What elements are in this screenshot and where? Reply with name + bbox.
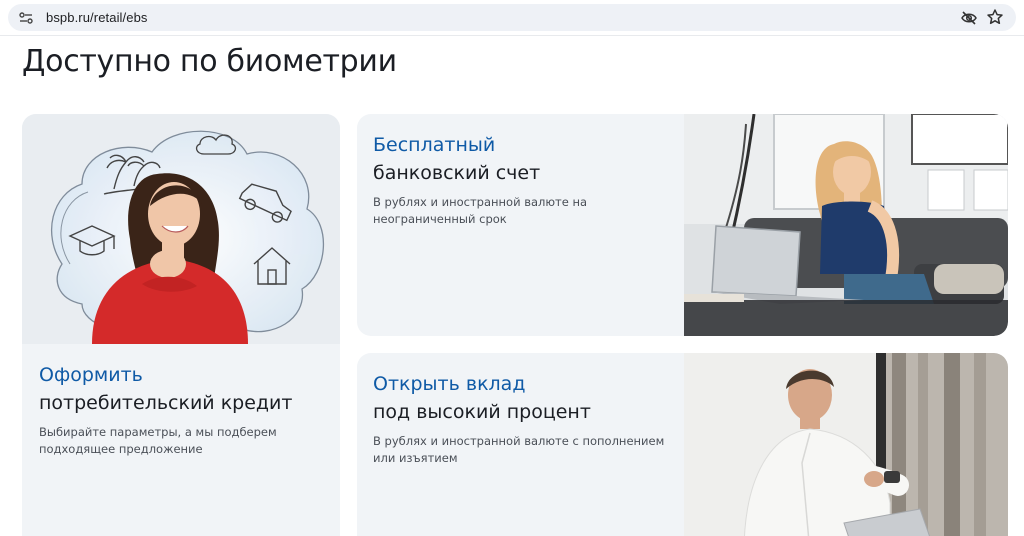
card-deposit[interactable]: Открыть вклад под высокий процент В рубл… — [357, 353, 1008, 536]
site-settings-icon[interactable] — [18, 10, 34, 26]
card-title-accent: Оформить — [39, 364, 143, 386]
card-title-main: банковский счет — [373, 162, 541, 184]
url-text[interactable]: bspb.ru/retail/ebs — [46, 10, 148, 25]
address-bar[interactable]: bspb.ru/retail/ebs — [8, 4, 1016, 31]
card-title-accent: Открыть вклад — [373, 373, 526, 395]
card-description: Выбирайте параметры, а мы подберем подхо… — [39, 425, 277, 456]
card-consumer-credit[interactable]: Оформить потребительский кредит Выбирайт… — [22, 114, 340, 536]
card-title-accent: Бесплатный — [373, 134, 496, 156]
bookmark-star-icon[interactable] — [986, 8, 1004, 26]
credit-photo — [22, 114, 340, 344]
deposit-photo — [684, 353, 1008, 536]
card-description: В рублях и иностранной валюте с пополнен… — [373, 434, 665, 465]
eye-off-icon[interactable] — [960, 9, 978, 27]
card-free-account[interactable]: Бесплатный банковский счет В рублях и ин… — [357, 114, 1008, 336]
browser-toolbar: bspb.ru/retail/ebs — [0, 0, 1024, 36]
card-title-main: потребительский кредит — [39, 392, 293, 414]
page-title: Доступно по биометрии — [22, 44, 397, 79]
account-photo — [684, 114, 1008, 336]
card-description: В рублях и иностранной валюте на неогран… — [373, 195, 588, 226]
card-title-main: под высокий процент — [373, 401, 591, 423]
